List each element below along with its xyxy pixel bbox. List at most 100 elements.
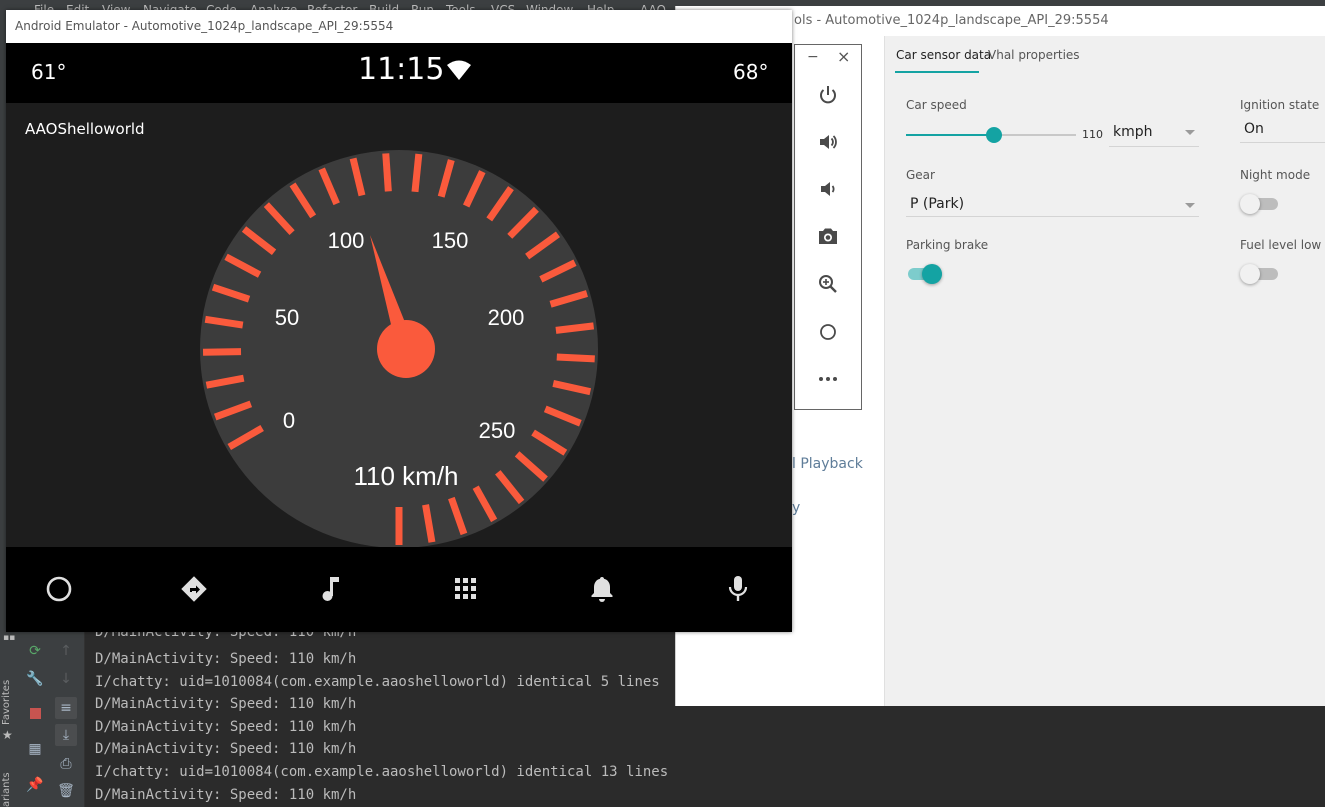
chevron-down-icon [1185,130,1195,135]
status-bar: 61° 11:15 68° [6,43,792,103]
fuel-level-low-toggle[interactable] [1240,263,1280,285]
scroll-to-end-icon[interactable]: ⤓ [55,724,77,746]
stop-icon[interactable] [24,703,46,725]
apps-nav-button[interactable] [446,569,486,609]
notifications-nav-button[interactable] [582,569,622,609]
maps-nav-button[interactable] [174,569,214,609]
scroll-up-icon[interactable]: ↑ [55,640,77,662]
home-nav-button[interactable] [39,569,79,609]
volume-up-icon [820,135,837,149]
print-icon[interactable]: ⎙ [55,753,77,775]
gauge-tick [556,353,595,363]
chevron-down-icon [1185,203,1195,208]
volume-down-button[interactable] [810,171,846,207]
temperature-left[interactable]: 61° [31,60,66,84]
slider-fill [906,134,995,136]
speed-readout: 110 km/h [353,461,458,491]
gauge-label-0: 0 [283,408,295,433]
music-note-icon [322,577,339,601]
gear-underline [906,216,1199,217]
nav-item-playback[interactable]: l Playback [792,456,863,472]
extended-controls-title: ols - Automotive_1024p_landscape_API_29:… [794,13,1109,28]
car-speed-label: Car speed [906,98,967,112]
toggle-thumb [1240,194,1260,214]
gauge-hub [377,320,435,378]
gauge-tick [411,153,423,193]
home-button[interactable] [810,314,846,350]
media-nav-button[interactable] [310,569,350,609]
night-mode-label: Night mode [1240,168,1311,182]
android-emulator-window: Android Emulator - Automotive_1024p_land… [6,10,792,632]
toggle-thumb [1240,264,1260,284]
screenshot-button[interactable] [810,218,846,254]
wrench-icon[interactable]: 🔧 [24,668,46,690]
layout-icon[interactable]: ▦ [24,738,46,760]
structure-icon: ▪▪ [3,633,16,643]
power-icon [820,86,836,104]
speed-unit-select[interactable]: kmph [1113,124,1153,140]
speedometer-gauge: 0 50 100 150 200 250 110 km/h [200,150,598,548]
camera-icon [819,228,837,244]
volume-up-button[interactable] [810,124,846,160]
ignition-state-select[interactable]: On [1244,121,1264,137]
notification-bell-icon [591,577,613,602]
tab-car-sensor-data[interactable]: Car sensor data [896,48,991,62]
log-line: D/MainActivity: Speed: 110 km/h [95,651,357,667]
power-button[interactable] [810,77,846,113]
gear-label: Gear [906,168,935,182]
zoom-button[interactable] [810,266,846,302]
scroll-down-icon[interactable]: ↓ [55,668,77,690]
toggle-thumb [922,264,942,284]
nav-item-partial[interactable]: y [792,500,800,516]
log-line: I/chatty: uid=1010084(com.example.aaoshe… [95,674,660,690]
navigation-icon [181,576,207,602]
gauge-tick [382,153,392,192]
gauge-tick [202,348,242,356]
pin-icon[interactable]: 📌 [24,774,46,796]
emulator-titlebar: Android Emulator - Automotive_1024p_land… [6,10,792,43]
log-line: D/MainActivity: Speed: 110 km/h [95,696,357,712]
device-screen[interactable]: 61° 11:15 68° AAOShelloworld 0 50 100 15… [6,43,792,632]
build-variants-tab[interactable]: ariants [1,772,12,807]
parking-brake-label: Parking brake [906,238,989,252]
log-line: D/MainActivity: Speed: 110 km/h [95,787,357,803]
favorites-tab[interactable]: Favorites [1,680,12,725]
unit-underline [1109,146,1199,147]
zoom-in-icon [819,275,837,293]
emulator-toolbar: − × [794,44,862,410]
gauge-label-150: 150 [432,228,469,253]
more-button[interactable] [810,361,846,397]
car-speed-slider[interactable] [906,127,1076,143]
apps-grid-icon [455,578,476,599]
gauge-label-100: 100 [328,228,365,253]
minimize-button[interactable]: − [807,49,819,65]
clock: 11:15 [358,52,445,87]
more-icon [819,377,837,381]
car-data-panel: Car sensor data Vhal properties Car spee… [885,36,1325,706]
gear-select[interactable]: P (Park) [910,196,964,212]
gauge-tick [555,322,595,334]
gauge-label-200: 200 [488,305,525,330]
tab-vhal-properties[interactable]: Vhal properties [988,48,1080,62]
home-circle-icon [46,576,72,602]
night-mode-toggle[interactable] [1240,193,1280,215]
ignition-underline [1240,142,1325,143]
microphone-icon [728,576,748,601]
close-button[interactable]: × [837,47,850,66]
gauge-label-250: 250 [479,418,516,443]
voice-nav-button[interactable] [718,569,758,609]
active-tab-indicator [895,71,979,73]
soft-wrap-icon[interactable]: ≡ [55,697,77,719]
log-line: D/MainActivity: Speed: 110 km/h [95,741,357,757]
volume-down-icon [821,182,835,196]
slider-thumb[interactable] [986,127,1003,143]
app-title: AAOShelloworld [25,120,145,138]
temperature-right[interactable]: 68° [733,60,768,84]
car-speed-value: 110 [1082,128,1103,141]
star-icon: ★ [2,728,13,742]
rerun-icon[interactable]: ⟳ [24,640,46,662]
log-line: I/chatty: uid=1010084(com.example.aaoshe… [95,764,669,780]
trash-icon[interactable]: 🗑 [55,780,77,802]
parking-brake-toggle[interactable] [906,263,946,285]
vertical-tool-tabs: Favorites ★ ariants ▪▪ [0,630,18,807]
